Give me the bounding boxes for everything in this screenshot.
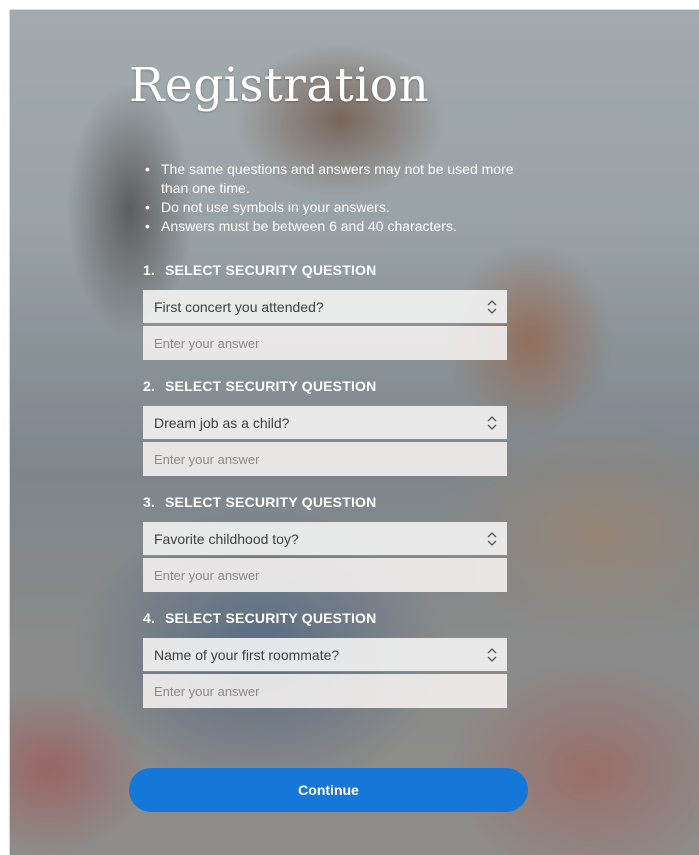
question-3-selected: Favorite childhood toy?	[154, 531, 299, 547]
question-3-select[interactable]: Favorite childhood toy?	[143, 522, 507, 556]
question-number: 2.	[143, 378, 156, 394]
question-4-heading: 4. SELECT SECURITY QUESTION	[141, 610, 376, 626]
question-number: 4.	[143, 610, 156, 626]
question-2-selected: Dream job as a child?	[154, 415, 290, 431]
question-3-answer-input[interactable]	[143, 558, 507, 592]
question-4-select[interactable]: Name of your first roommate?	[143, 638, 507, 672]
question-4-selected: Name of your first roommate?	[154, 647, 340, 663]
question-2-heading: 2. SELECT SECURITY QUESTION	[141, 378, 376, 394]
chevron-up-down-icon	[487, 648, 497, 662]
question-number: 3.	[143, 494, 156, 510]
page-title: Registration	[129, 58, 430, 113]
question-1-answer-input[interactable]	[143, 326, 507, 360]
rule-item: Answers must be between 6 and 40 charact…	[145, 217, 531, 236]
question-4-answer-input[interactable]	[143, 674, 507, 708]
question-3-heading: 3. SELECT SECURITY QUESTION	[141, 494, 376, 510]
question-heading-label: SELECT SECURITY QUESTION	[165, 378, 377, 394]
chevron-up-down-icon	[487, 532, 497, 546]
continue-button[interactable]: Continue	[129, 768, 528, 812]
rule-item: Do not use symbols in your answers.	[145, 198, 531, 217]
question-2-answer-input[interactable]	[143, 442, 507, 476]
question-heading-label: SELECT SECURITY QUESTION	[165, 610, 377, 626]
rule-item: The same questions and answers may not b…	[145, 160, 531, 198]
question-heading-label: SELECT SECURITY QUESTION	[165, 494, 377, 510]
registration-panel: Registration The same questions and answ…	[9, 9, 699, 855]
question-number: 1.	[143, 262, 156, 278]
question-1-selected: First concert you attended?	[154, 299, 324, 315]
question-1-select[interactable]: First concert you attended?	[143, 290, 507, 324]
chevron-up-down-icon	[487, 416, 497, 430]
rules-list: The same questions and answers may not b…	[143, 160, 531, 236]
question-2-select[interactable]: Dream job as a child?	[143, 406, 507, 440]
question-heading-label: SELECT SECURITY QUESTION	[165, 262, 377, 278]
question-1-heading: 1. SELECT SECURITY QUESTION	[141, 262, 376, 278]
chevron-up-down-icon	[487, 300, 497, 314]
